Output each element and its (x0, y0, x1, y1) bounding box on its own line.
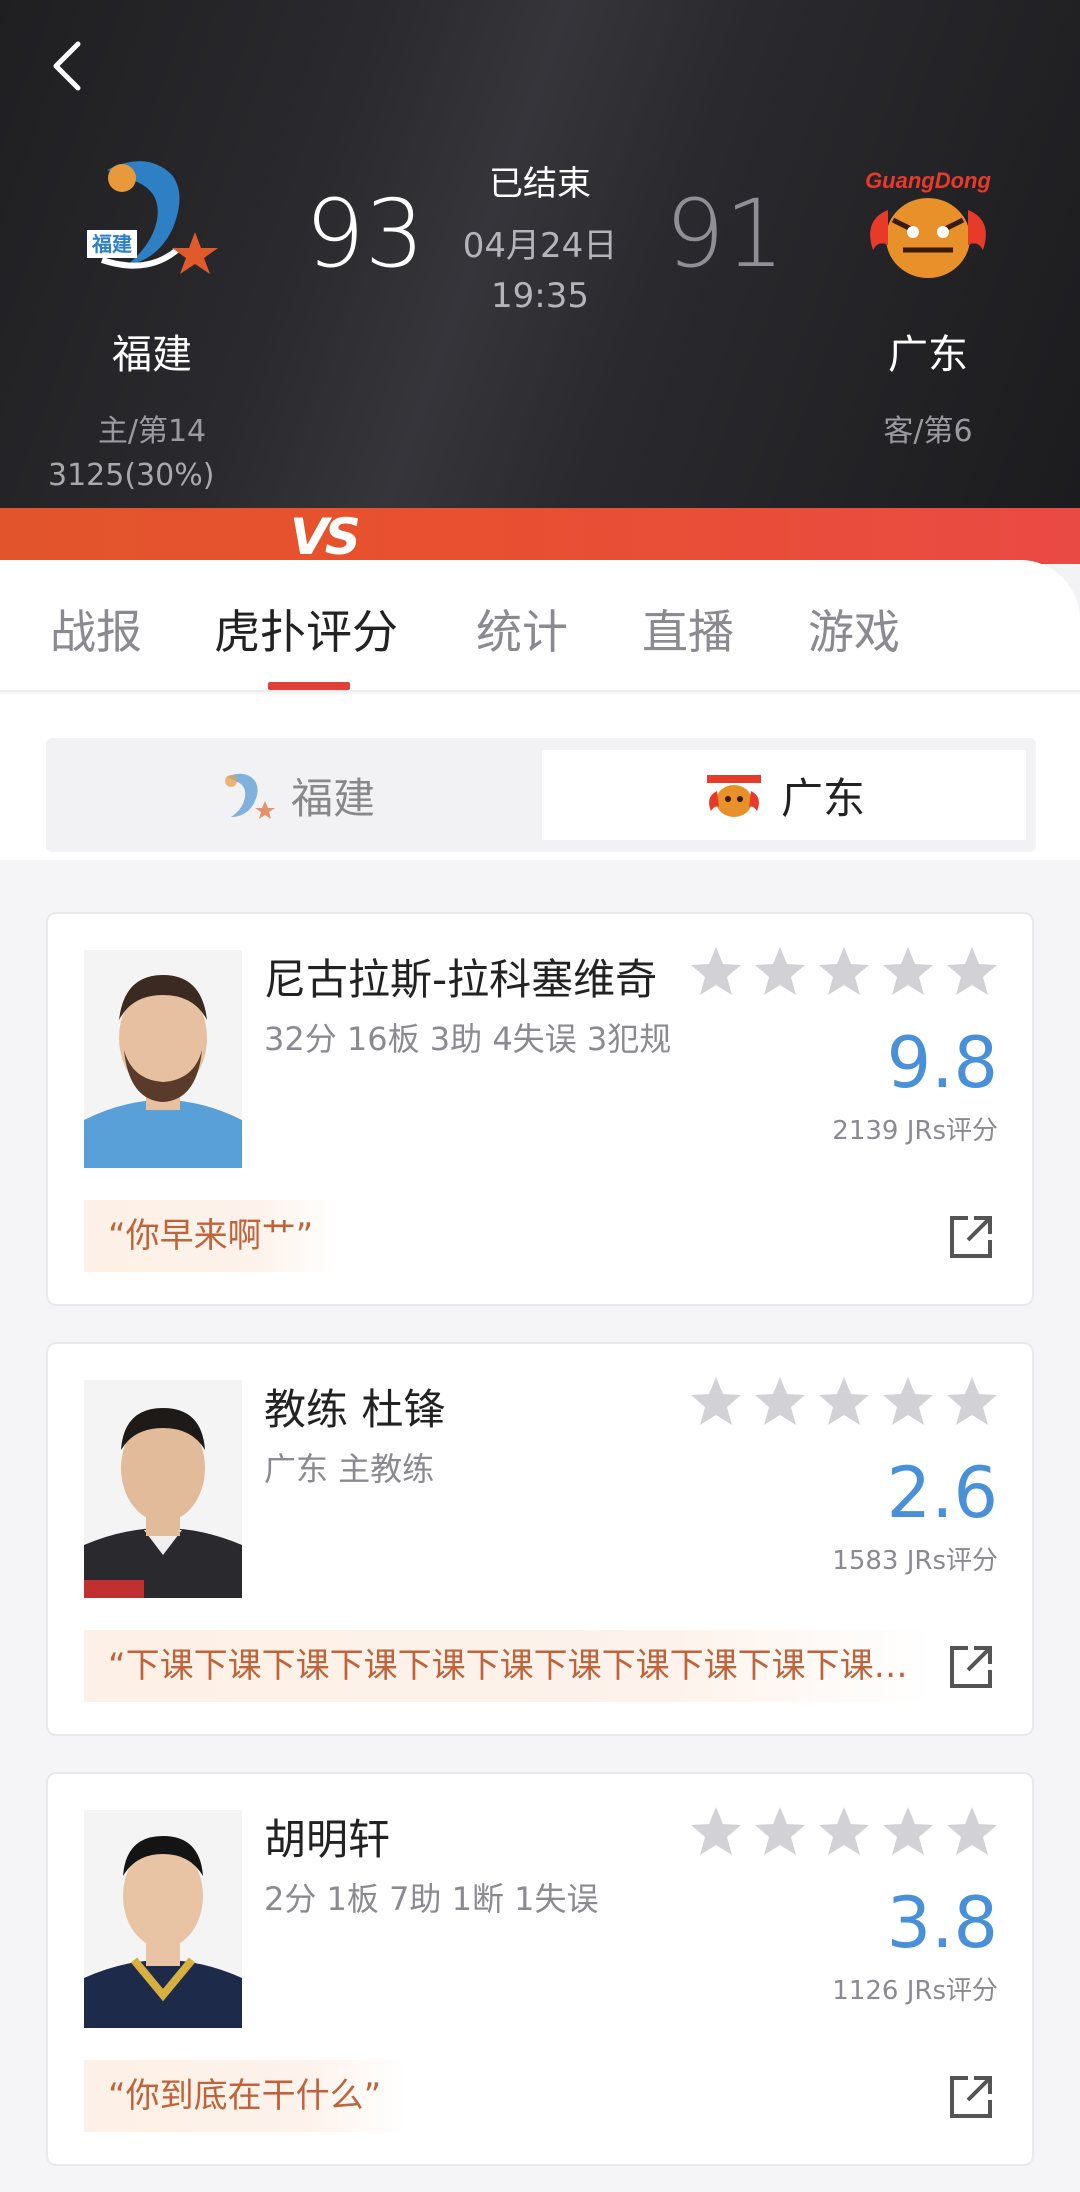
star-icon[interactable] (752, 1804, 808, 1860)
home-team-rank: 主/第14 (97, 414, 207, 449)
home-support-count: 3125(30%) (48, 458, 215, 493)
star-icon[interactable] (816, 1374, 872, 1430)
tab-report[interactable]: 战报 (50, 596, 142, 662)
star-icon[interactable] (944, 1374, 1000, 1430)
guangdong-logo-icon (706, 775, 761, 817)
rating-stars[interactable] (688, 944, 1008, 1000)
top-comment-quote[interactable]: “下课下课下课下课下课下课下课下课下课下课下课… (84, 1630, 932, 1702)
rating-stars[interactable] (688, 1374, 1008, 1430)
star-icon[interactable] (752, 944, 808, 1000)
away-support-count (880, 458, 1030, 494)
star-icon[interactable] (752, 1374, 808, 1430)
top-comment-quote[interactable]: “你早来啊艹” (84, 1200, 338, 1272)
player-stats: 广东 主教练 (264, 1450, 435, 1488)
share-icon[interactable] (946, 1212, 996, 1262)
rating-stars[interactable] (688, 1804, 1008, 1860)
vs-label: VS (290, 508, 361, 566)
star-icon[interactable] (944, 944, 1000, 1000)
back-arrow-icon[interactable] (44, 36, 94, 96)
tab-live[interactable]: 直播 (642, 596, 734, 662)
main-panel: 战报 虎扑评分 统计 直播 游戏 福建 广东 尼古拉斯-拉科塞维奇 32分 16… (0, 560, 1080, 2192)
away-team-rank: 客/第6 (883, 414, 973, 449)
player-rating-card[interactable]: 尼古拉斯-拉科塞维奇 32分 16板 3助 4失误 3犯规 9.8 2139 J… (46, 912, 1034, 1306)
star-icon[interactable] (816, 944, 872, 1000)
player-photo (84, 1810, 242, 2028)
share-icon[interactable] (946, 1642, 996, 1692)
player-stats: 2分 1板 7助 1断 1失误 (264, 1880, 599, 1918)
star-icon[interactable] (688, 944, 744, 1000)
share-icon[interactable] (946, 2072, 996, 2122)
player-rating-card[interactable]: 教练 杜锋 广东 主教练 2.6 1583 JRs评分 “下课下课下课下课下课下… (46, 1342, 1034, 1736)
team-switch-guangdong-label: 广东 (780, 773, 865, 823)
vs-band: VS (0, 508, 1080, 566)
team-switch-fujian[interactable]: 福建 (52, 750, 536, 840)
top-comment-quote[interactable]: “你到底在干什么” (84, 2060, 406, 2132)
star-icon[interactable] (688, 1374, 744, 1430)
player-rating-score: 3.8 (886, 1882, 998, 1964)
player-name: 教练 杜锋 (264, 1385, 446, 1434)
tab-game[interactable]: 游戏 (808, 596, 900, 662)
fujian-logo-icon (224, 773, 275, 819)
star-icon[interactable] (688, 1804, 744, 1860)
team-switch-fujian-label: 福建 (290, 773, 375, 823)
player-photo (84, 950, 242, 1168)
tab-hupu-rating[interactable]: 虎扑评分 (214, 596, 398, 662)
away-team[interactable]: GuangDong 广东 客/第6 (808, 150, 1048, 450)
rating-vote-count: 2139 JRs评分 (832, 1116, 998, 1146)
star-icon[interactable] (880, 1374, 936, 1430)
team-switch: 福建 广东 (46, 738, 1036, 852)
active-tab-indicator (268, 682, 350, 690)
rating-vote-count: 1583 JRs评分 (832, 1546, 998, 1576)
player-rating-score: 9.8 (886, 1022, 998, 1104)
player-rating-card[interactable]: 胡明轩 2分 1板 7助 1断 1失误 3.8 1126 JRs评分 “你到底在… (46, 1772, 1034, 2166)
star-icon[interactable] (880, 1804, 936, 1860)
star-icon[interactable] (816, 1804, 872, 1860)
star-icon[interactable] (880, 944, 936, 1000)
team-switch-section: 福建 广东 (0, 694, 1080, 860)
player-name: 胡明轩 (264, 1815, 391, 1864)
match-header: 福建 福建 主/第14 3125(30%) 93 已结束 04月24日 19:3… (0, 0, 1080, 510)
away-score: 91 (665, 180, 785, 289)
player-rating-score: 2.6 (886, 1452, 998, 1534)
home-team-name: 福建 (112, 332, 192, 378)
away-team-name: 广东 (888, 332, 968, 378)
player-photo (84, 1380, 242, 1598)
star-icon[interactable] (944, 1804, 1000, 1860)
rating-vote-count: 1126 JRs评分 (832, 1976, 998, 2006)
team-switch-guangdong[interactable]: 广东 (542, 750, 1026, 840)
player-name: 尼古拉斯-拉科塞维奇 (264, 955, 658, 1004)
player-stats: 32分 16板 3助 4失误 3犯规 (264, 1020, 672, 1058)
tab-stats[interactable]: 统计 (476, 596, 568, 662)
tab-bar: 战报 虎扑评分 统计 直播 游戏 (0, 560, 1080, 692)
svg-text:GuangDong: GuangDong (865, 168, 991, 193)
guangdong-logo-icon: GuangDong (865, 168, 991, 278)
